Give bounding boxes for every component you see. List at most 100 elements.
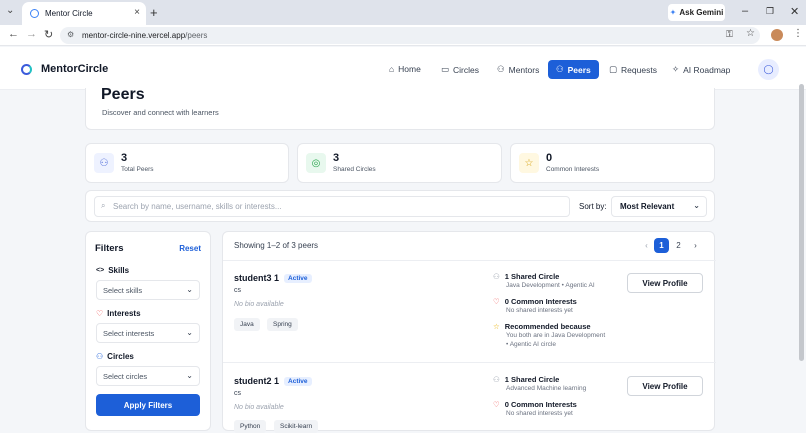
chevron-down-icon: ⌄ [186,328,193,337]
menu-dots-icon[interactable]: ⋮ [793,28,803,39]
profile-avatar-icon[interactable] [771,29,783,41]
close-window-icon[interactable]: ✕ [790,5,799,18]
target-icon: ◎ [306,153,326,173]
home-icon: ⌂ [389,64,395,74]
sparkle-icon: ✧ [672,64,680,74]
ask-gemini-button[interactable]: ✦ Ask Gemini [668,4,725,21]
skills-select[interactable]: Select skills ⌄ [96,280,200,300]
circles-select[interactable]: Select circles ⌄ [96,366,200,386]
peer-name-text: student2 1 [234,376,280,386]
shared-circles-info: ⚇ 1 Shared Circle Advanced Machine learni… [493,375,586,394]
page-title: Peers [101,86,145,103]
nav-requests[interactable]: ▢ Requests [609,64,657,75]
star-icon: ☆ [493,322,500,331]
view-profile-button[interactable]: View Profile [627,376,703,396]
skill-tag: Spring [267,318,298,331]
favicon-icon [30,9,39,18]
page-2-button[interactable]: 2 [671,238,686,253]
common-interests-sub: No shared interests yet [506,410,573,417]
peer-name[interactable]: student2 1 Active [234,376,312,386]
user-avatar[interactable]: ◯ [758,59,779,80]
skill-tag: Java [234,318,260,331]
user-icon: ◯ [763,64,774,74]
prev-page-button[interactable]: ‹ [639,238,654,253]
peer-name-text: student3 1 [234,273,280,283]
brand-name[interactable]: MentorCircle [41,63,108,75]
nav-circles[interactable]: ▭ Circles [441,64,479,75]
stat-common-interests: ☆ 0 Common Interests [510,143,715,183]
reload-icon[interactable]: ↻ [44,28,53,41]
forward-icon[interactable]: → [26,28,37,40]
status-badge: Active [284,273,312,283]
stat-value: 3 [121,152,128,164]
message-icon: ▢ [609,64,618,74]
filters-panel: Filters Reset <> Skills Select skills ⌄ … [85,231,211,431]
tab-title: Mentor Circle [45,9,93,18]
ask-gemini-label: Ask Gemini [679,8,724,17]
minimize-icon[interactable]: – [742,5,748,17]
users-icon: ⚇ [96,352,104,361]
gemini-sparkle-icon: ✦ [669,8,677,17]
url-path: /peers [185,31,208,40]
address-bar-row: ← → ↻ ⚙ mentor-circle-nine.vercel.app/pe… [0,25,806,46]
restore-icon[interactable]: ❐ [766,6,774,17]
new-tab-button[interactable]: + [150,5,158,20]
interests-select[interactable]: Select interests ⌄ [96,323,200,343]
stat-label: Shared Circles [333,166,376,173]
stat-shared-circles: ◎ 3 Shared Circles [297,143,502,183]
shared-circles-title: 1 Shared Circle [504,272,560,281]
heart-icon: ♡ [493,400,500,409]
page-1-button[interactable]: 1 [654,238,669,253]
stat-label: Total Peers [121,166,154,173]
nav-peers[interactable]: ⚇ Peers [548,60,599,79]
stat-value: 3 [333,152,340,164]
mentor-icon: ⚇ [497,64,505,74]
results-panel: Showing 1–2 of 3 peers ‹ 1 2 › student3 … [222,231,716,433]
tab-search-icon[interactable]: ⌄ [6,5,14,16]
search-input[interactable]: ⌕ Search by name, username, skills or in… [94,196,570,217]
sort-value: Most Relevant [620,202,675,211]
nav-home[interactable]: ⌂ Home [389,64,421,74]
site-info-icon[interactable]: ⚙ [67,30,74,39]
users-icon: ⚇ [556,64,564,74]
peer-bio: No bio available [234,301,284,308]
stat-label: Common Interests [546,166,600,173]
nav-mentors[interactable]: ⚇ Mentors [497,64,539,75]
view-profile-button[interactable]: View Profile [627,273,703,293]
nav-peers-label: Peers [567,64,591,75]
app-header: MentorCircle ⌂ Home ▭ Circles ⚇ Mentors … [0,47,806,90]
bookmark-star-icon[interactable]: ☆ [746,28,755,39]
apply-filters-button[interactable]: Apply Filters [96,394,200,416]
divider [223,362,716,363]
url-field[interactable]: ⚙ mentor-circle-nine.vercel.app/peers ⚿ … [60,27,760,44]
nav-ai-roadmap[interactable]: ✧ AI Roadmap [672,64,730,75]
interests-placeholder: Select interests [103,328,155,338]
key-icon[interactable]: ⚿ [726,29,733,40]
peer-dept: cs [234,390,241,397]
status-badge: Active [284,376,312,386]
browser-tab[interactable]: Mentor Circle × [22,2,146,25]
sort-label: Sort by: [579,202,607,211]
close-tab-icon[interactable]: × [134,7,140,18]
heart-icon: ♡ [493,297,500,306]
page-scrollbar[interactable] [799,84,804,361]
recommended-title: Recommended because [504,322,591,331]
shared-circles-sub: Advanced Machine learning [506,385,587,392]
search-bar-card: ⌕ Search by name, username, skills or in… [85,190,715,222]
circles-label: ⚇ Circles [96,352,134,361]
logo-icon [21,64,32,75]
peer-bio: No bio available [234,404,284,411]
book-icon: ▭ [441,64,450,74]
chevron-down-icon: ⌄ [186,371,193,380]
back-icon[interactable]: ← [8,28,19,40]
reset-filters-link[interactable]: Reset [179,244,201,253]
recommended-reason-line1: You both are in Java Development [506,332,606,339]
filters-title: Filters [95,243,124,254]
users-icon: ⚇ [94,153,114,173]
common-interests-info: ♡ 0 Common Interests No shared interests … [493,297,577,316]
next-page-button[interactable]: › [688,238,703,253]
sort-select[interactable]: Most Relevant ⌄ [611,196,707,217]
circles-placeholder: Select circles [103,371,148,381]
common-interests-sub: No shared interests yet [506,307,573,314]
peer-name[interactable]: student3 1 Active [234,273,312,283]
